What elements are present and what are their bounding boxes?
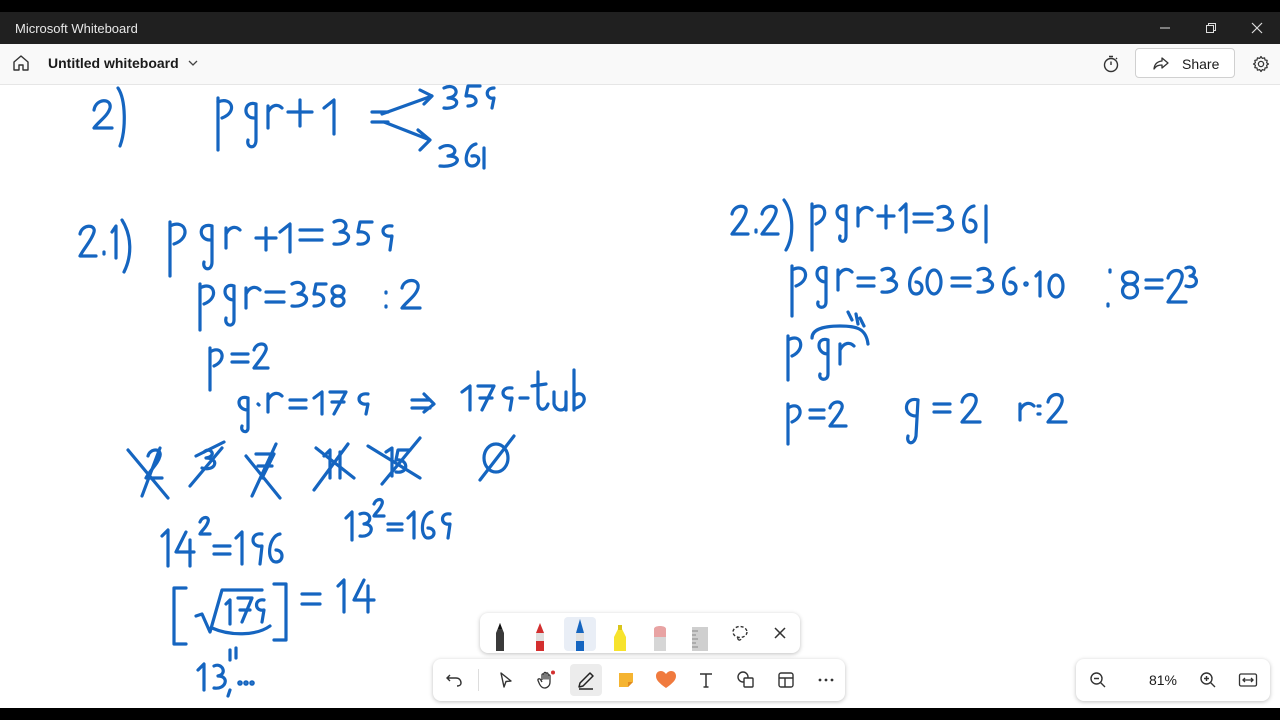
fit-to-screen-button[interactable]	[1233, 665, 1263, 695]
reaction-button[interactable]	[650, 664, 682, 696]
shapes-button[interactable]	[730, 664, 762, 696]
more-icon	[818, 678, 834, 682]
more-button[interactable]	[810, 664, 842, 696]
pen-button[interactable]	[570, 664, 602, 696]
zoom-out-button[interactable]	[1083, 665, 1113, 695]
eraser[interactable]	[644, 617, 676, 651]
select-button[interactable]	[490, 664, 522, 696]
templates-icon	[778, 672, 794, 688]
undo-button[interactable]	[438, 664, 470, 696]
zoom-in-icon	[1200, 672, 1216, 688]
hand-icon	[537, 670, 555, 689]
red-pen-icon	[536, 623, 544, 651]
close-icon	[774, 627, 786, 639]
undo-icon	[446, 674, 462, 687]
text-icon	[700, 673, 712, 688]
eraser-icon	[654, 626, 666, 651]
yellow-highlighter[interactable]	[604, 617, 636, 651]
ruler-icon	[692, 627, 708, 651]
pen-icon	[578, 672, 594, 690]
black-pen-icon	[496, 623, 504, 651]
select-icon	[500, 672, 512, 688]
black-pen[interactable]	[484, 617, 516, 651]
sticky-note-button[interactable]	[610, 664, 642, 696]
zoom-level[interactable]: 81%	[1140, 672, 1186, 688]
highlighter-icon	[614, 625, 626, 651]
blue-pen-icon	[576, 619, 584, 651]
main-toolbar	[433, 659, 845, 701]
reaction-icon	[656, 671, 676, 688]
zoom-controls: 81%	[1076, 659, 1270, 701]
zoom-out-icon	[1090, 672, 1106, 688]
shapes-icon	[737, 671, 754, 688]
text-button[interactable]	[690, 664, 722, 696]
ruler[interactable]	[684, 617, 716, 651]
close-pen-tray-button[interactable]	[764, 617, 796, 649]
fit-to-screen-icon	[1238, 673, 1258, 687]
red-pen[interactable]	[524, 617, 556, 651]
hand-button[interactable]	[530, 664, 562, 696]
blue-pen[interactable]	[564, 617, 596, 651]
pen-tray	[480, 613, 800, 653]
app-window: Microsoft Whiteboard Untitled whiteboard	[0, 12, 1280, 708]
templates-button[interactable]	[770, 664, 802, 696]
lasso-select-button[interactable]	[724, 617, 756, 649]
handwritten-ink	[78, 84, 1198, 698]
lasso-icon	[732, 625, 748, 641]
zoom-in-button[interactable]	[1193, 665, 1223, 695]
sticky-note-icon	[619, 673, 633, 687]
